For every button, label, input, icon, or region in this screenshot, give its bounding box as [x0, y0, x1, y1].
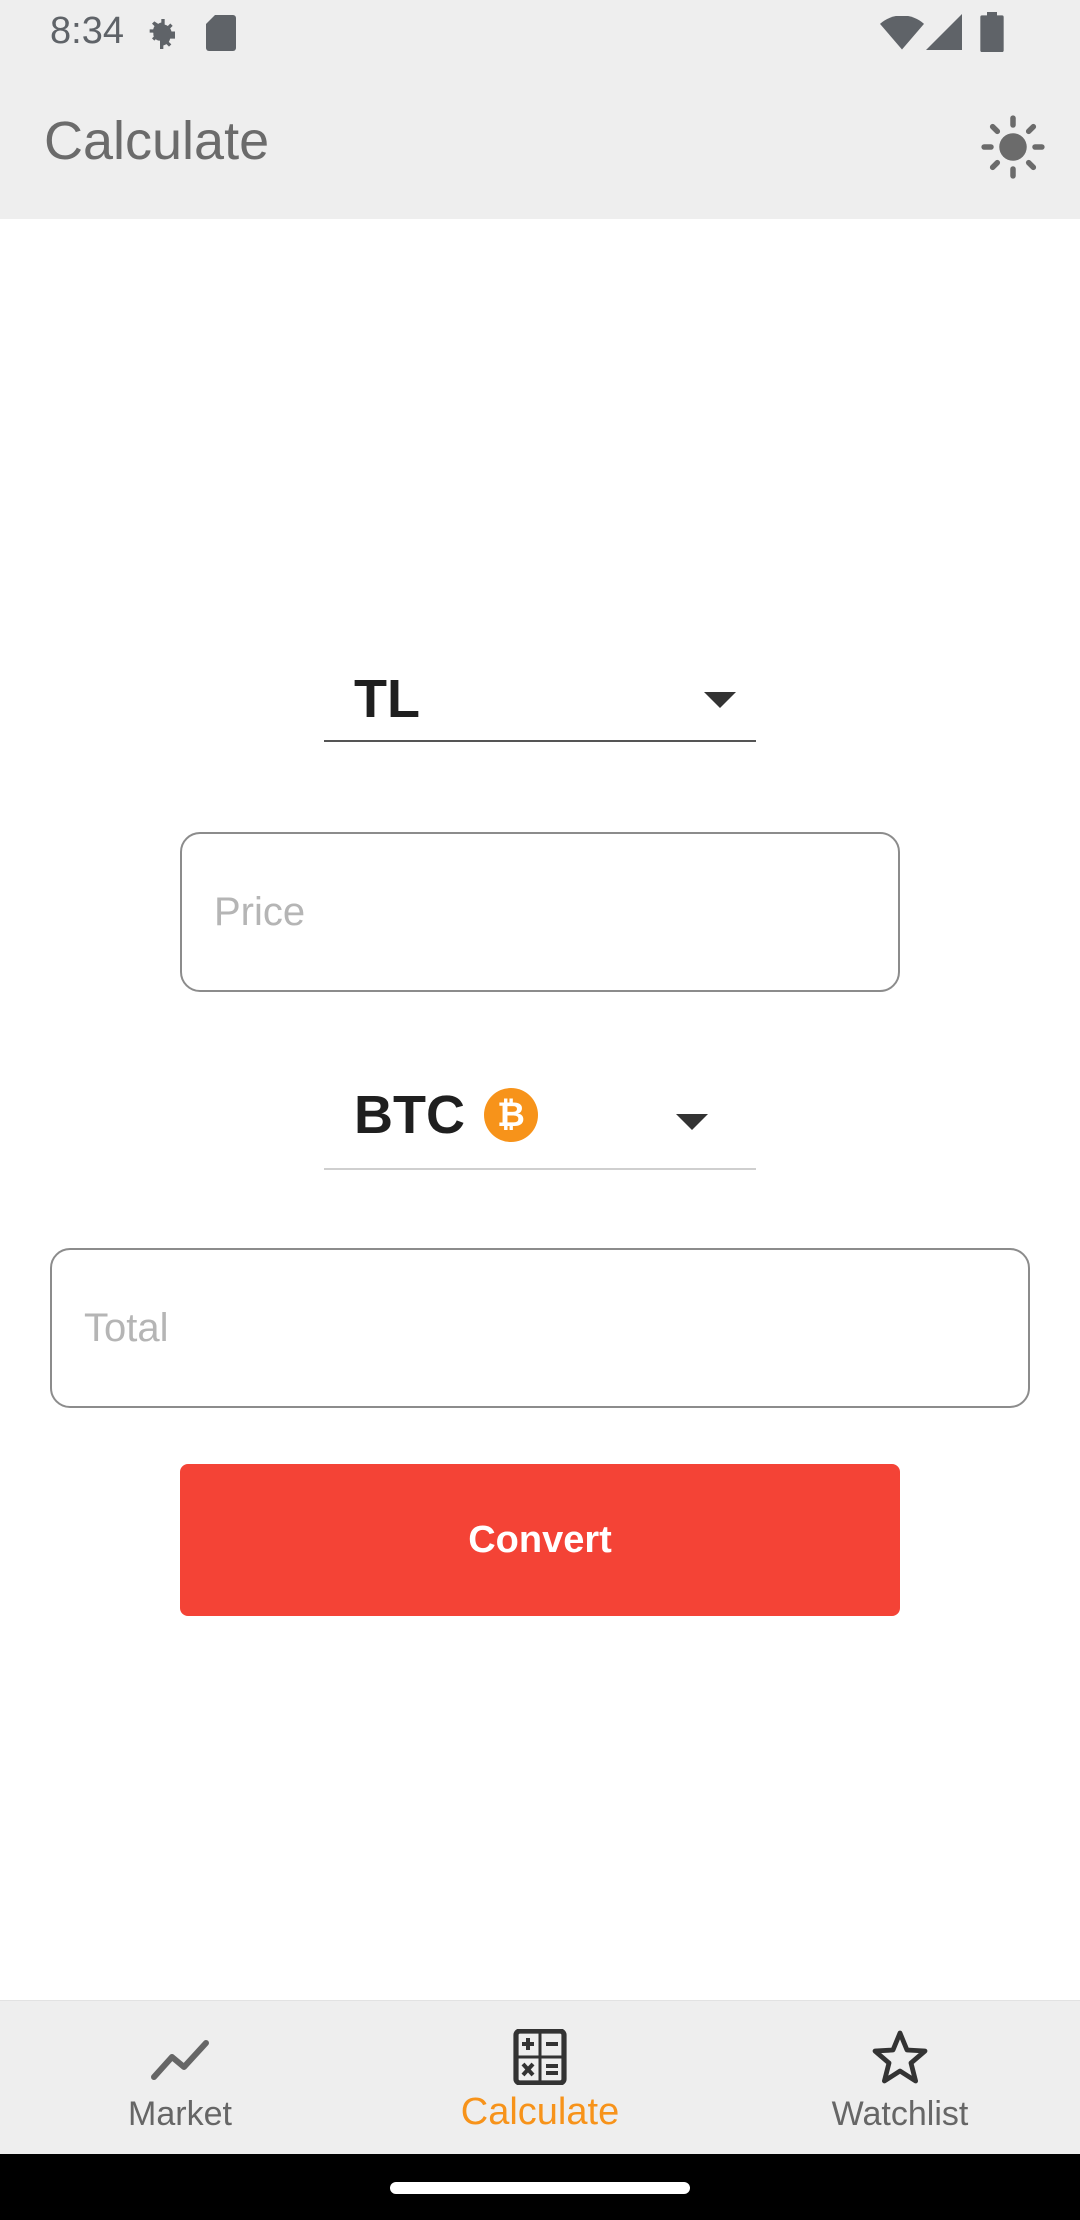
- to-currency-dropdown[interactable]: BTC ₿: [324, 1080, 756, 1170]
- nav-label-watchlist: Watchlist: [831, 2095, 969, 2133]
- status-bar: 8:34: [0, 0, 1080, 66]
- convert-button[interactable]: Convert: [180, 1464, 900, 1616]
- nav-item-watchlist[interactable]: Watchlist: [720, 2001, 1080, 2155]
- page-title: Calculate: [44, 111, 270, 171]
- to-currency-value: BTC: [354, 1085, 465, 1145]
- status-time: 8:34: [50, 10, 124, 52]
- dropdown-arrow-icon: [676, 1114, 708, 1130]
- nav-item-market[interactable]: Market: [0, 2001, 360, 2155]
- wifi-icon: [880, 16, 924, 50]
- dropdown-arrow-icon: [704, 692, 736, 708]
- gesture-navigation-bar: [0, 2154, 1080, 2220]
- sd-card-icon: [206, 15, 236, 51]
- total-input[interactable]: [52, 1250, 1028, 1406]
- signal-icon: [926, 14, 962, 50]
- calculator-icon: [513, 2029, 567, 2085]
- bottom-navigation: Market Calculate Watchlist: [0, 2000, 1080, 2155]
- from-currency-value: TL: [354, 669, 420, 729]
- app-bar: Calculate: [0, 66, 1080, 219]
- sun-icon: [981, 115, 1045, 179]
- nav-item-calculate[interactable]: Calculate: [360, 2001, 720, 2155]
- price-field[interactable]: [180, 832, 900, 992]
- total-field[interactable]: [50, 1248, 1030, 1408]
- trend-line-icon: [151, 2040, 209, 2080]
- settings-gear-icon: [149, 19, 175, 49]
- theme-toggle-button[interactable]: [980, 114, 1046, 180]
- from-currency-dropdown[interactable]: TL: [324, 650, 756, 742]
- battery-icon: [980, 12, 1004, 52]
- nav-label-market: Market: [128, 2095, 232, 2133]
- bitcoin-icon: ₿: [484, 1088, 538, 1142]
- nav-label-calculate: Calculate: [460, 2091, 620, 2133]
- price-input[interactable]: [182, 834, 898, 990]
- home-gesture-handle[interactable]: [390, 2182, 690, 2194]
- star-icon: [872, 2030, 928, 2084]
